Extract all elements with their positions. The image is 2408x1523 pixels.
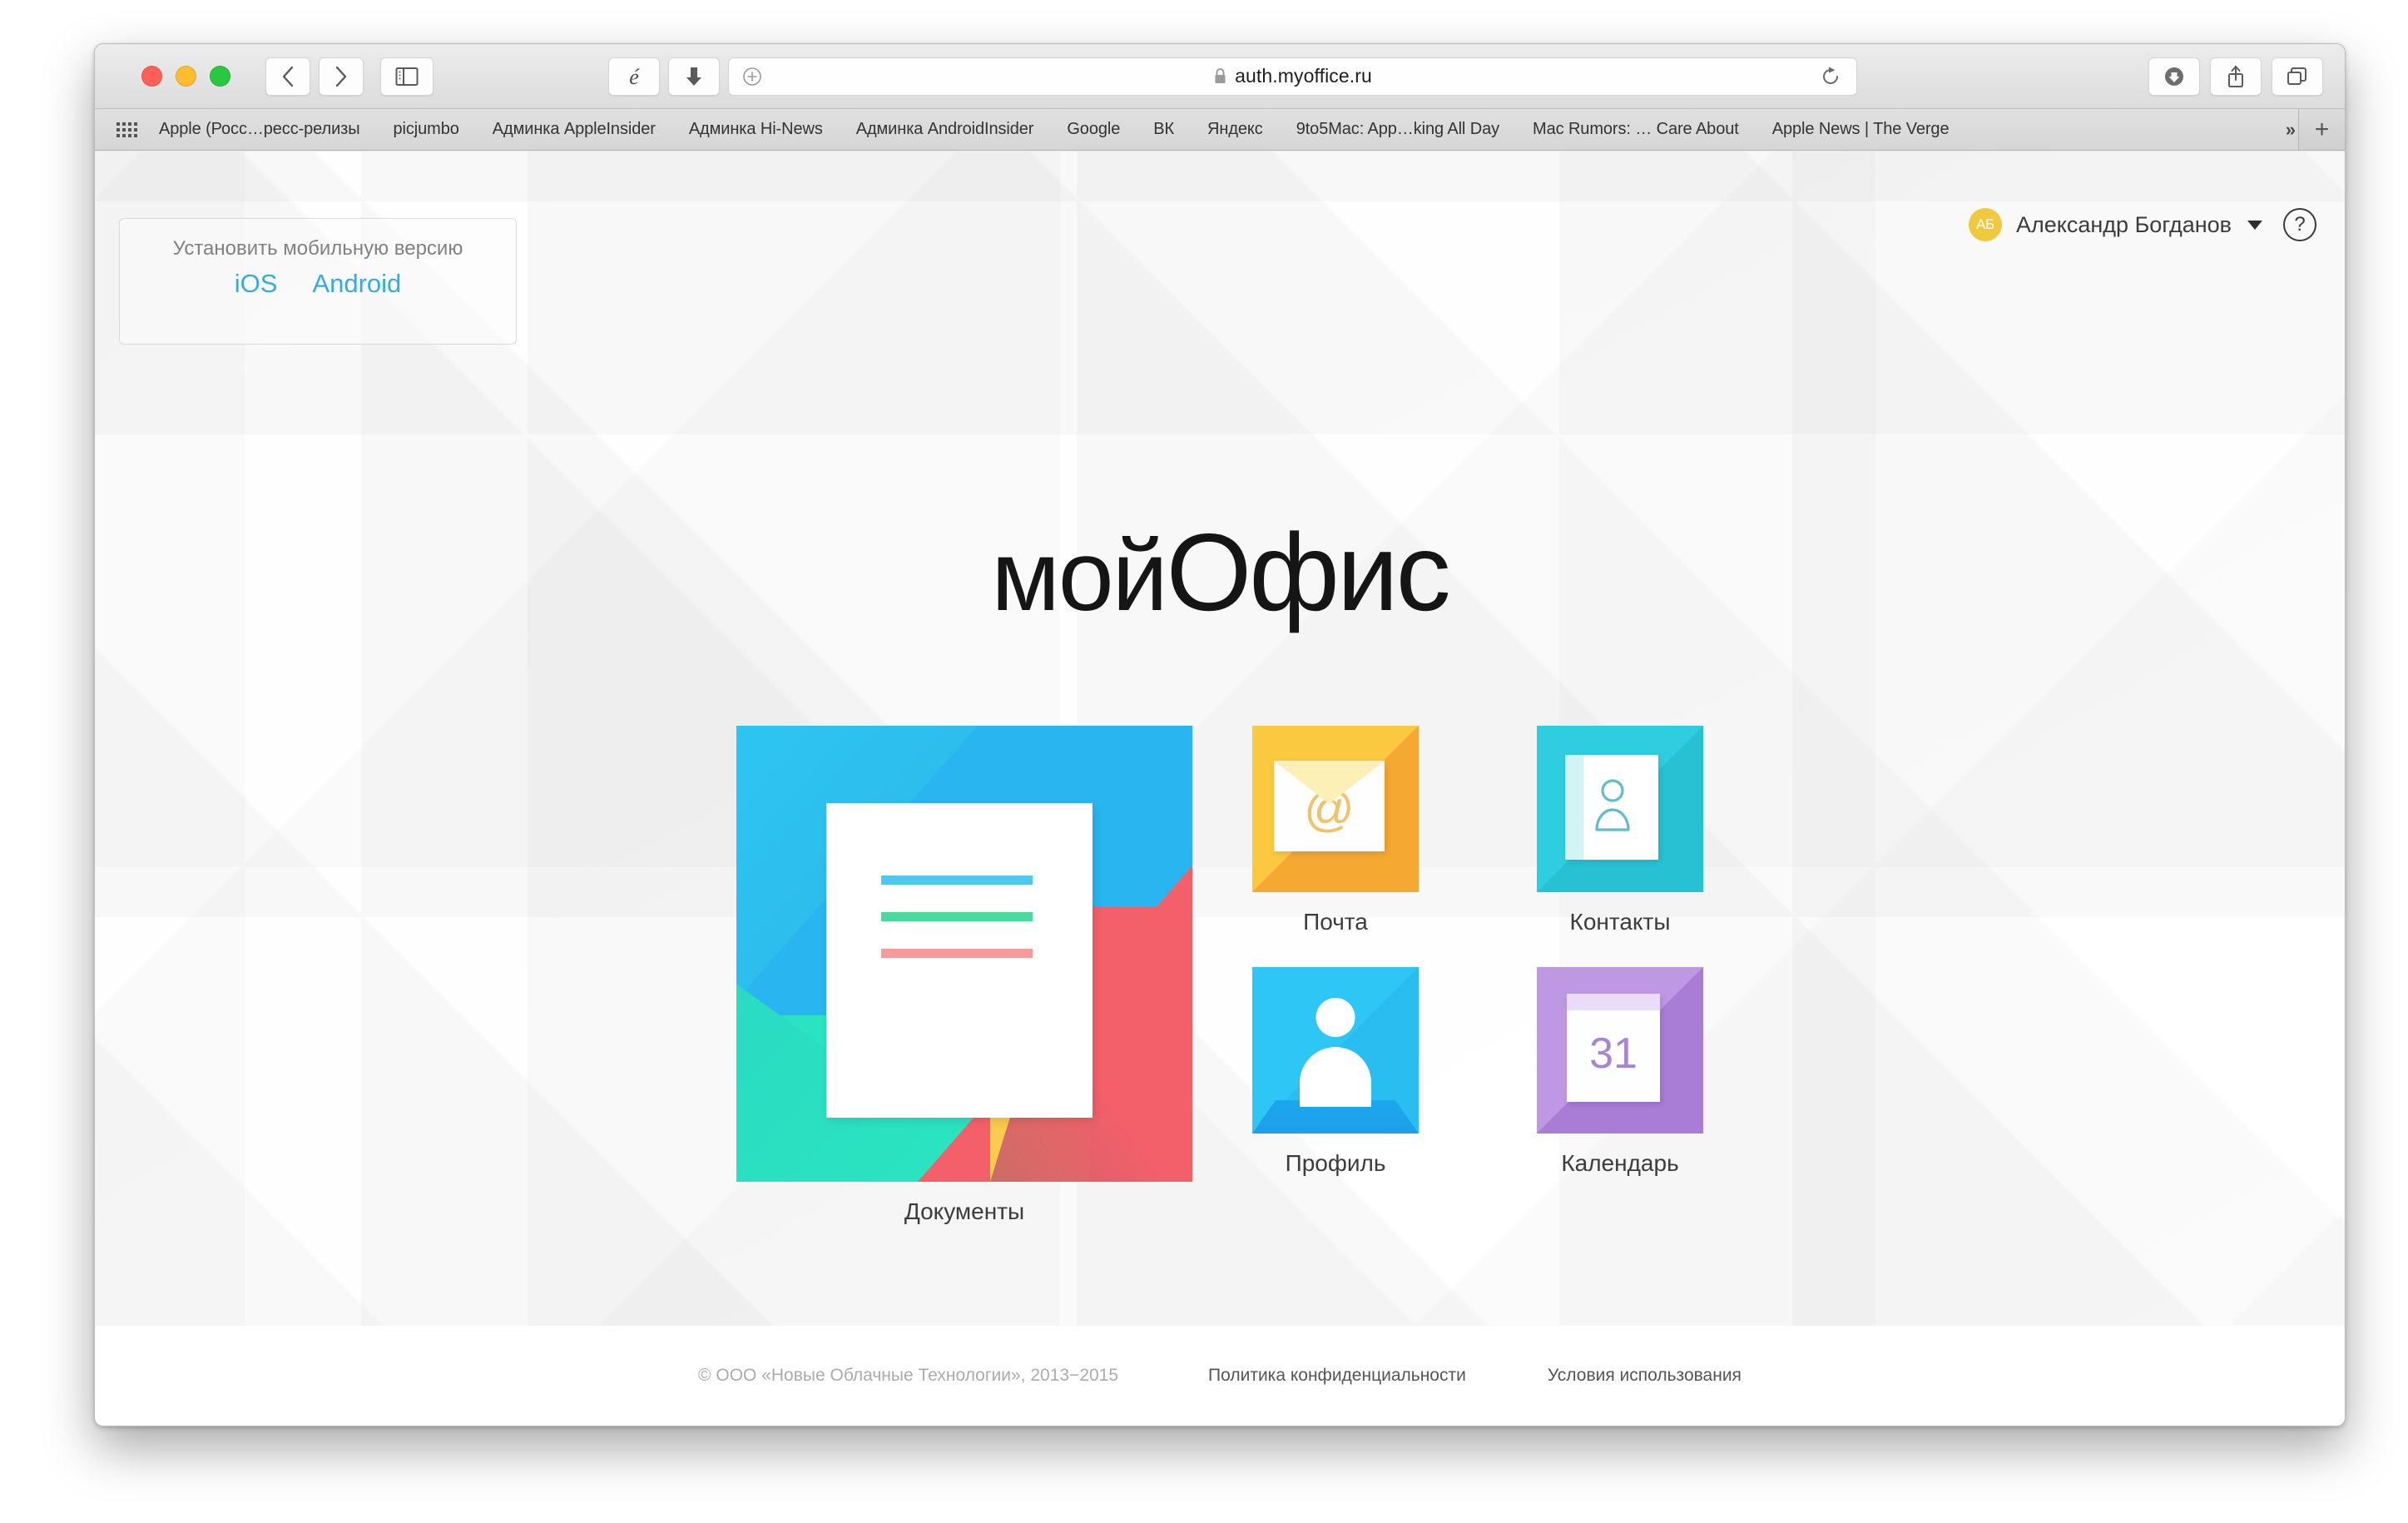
downloads-button[interactable] xyxy=(2148,57,2200,96)
bookmark-item-10[interactable]: Apple News | The Verge xyxy=(1772,120,1950,139)
reload-button[interactable] xyxy=(1820,66,1841,87)
contacts-icon[interactable] xyxy=(1537,726,1703,892)
bookmark-item-6[interactable]: ВК xyxy=(1153,120,1174,139)
app-tile-profile[interactable]: Профиль xyxy=(1252,967,1419,1177)
page-content: Установить мобильную версию iOS Android … xyxy=(95,151,2345,1426)
download-helper-button[interactable] xyxy=(668,57,720,96)
terms-of-use-link[interactable]: Условия использования xyxy=(1548,1366,1742,1386)
url-display[interactable]: auth.myoffice.ru xyxy=(729,65,1856,87)
ios-download-link[interactable]: iOS xyxy=(235,269,278,299)
person-outline-icon xyxy=(1595,779,1630,831)
contacts-icon-card xyxy=(1565,755,1658,860)
app-tile-contacts[interactable]: Контакты xyxy=(1537,726,1703,935)
mobile-install-panel: Установить мобильную версию iOS Android xyxy=(119,218,517,345)
profile-icon[interactable] xyxy=(1252,967,1419,1134)
toolbar-center-group: é auth.myoffice.ru xyxy=(608,57,1857,96)
app-small-grid: @ Почта Контакты Профиль 31 Календарь xyxy=(1252,726,1703,1177)
apps-grid-icon[interactable] xyxy=(116,122,137,137)
avatar[interactable]: АБ xyxy=(1968,208,2002,241)
help-button[interactable]: ? xyxy=(2283,208,2316,241)
bookmark-item-1[interactable]: picjumbo xyxy=(394,120,459,139)
browser-toolbar: é auth.myoffice.ru xyxy=(95,44,2345,109)
calendar-icon[interactable]: 31 xyxy=(1537,967,1703,1134)
sidebar-toggle-button[interactable] xyxy=(380,57,434,96)
back-button[interactable] xyxy=(265,57,310,96)
app-label-profile: Профиль xyxy=(1285,1150,1386,1176)
app-tile-documents[interactable]: Документы xyxy=(736,726,1192,1225)
bookmark-item-8[interactable]: 9to5Mac: App…king All Day xyxy=(1296,120,1499,139)
forward-icon xyxy=(335,66,347,87)
sidebar-icon xyxy=(395,67,419,86)
plus-circle-icon[interactable] xyxy=(742,67,762,87)
logo-text-bold: Офис xyxy=(1166,511,1451,633)
forward-button[interactable] xyxy=(319,57,364,96)
mail-icon[interactable]: @ xyxy=(1252,726,1419,892)
profile-icon-head xyxy=(1315,998,1355,1037)
app-tile-calendar[interactable]: 31 Календарь xyxy=(1537,967,1703,1177)
user-name-label[interactable]: Александр Богданов xyxy=(2016,212,2232,238)
back-icon xyxy=(282,66,294,87)
evernote-clipper-button[interactable]: é xyxy=(608,57,660,96)
app-label-documents: Документы xyxy=(904,1198,1025,1224)
bookmark-item-7[interactable]: Яндекс xyxy=(1207,120,1263,139)
chevron-down-icon[interactable] xyxy=(2247,220,2262,230)
mobile-install-title: Установить мобильную версию xyxy=(172,237,463,260)
address-bar[interactable]: auth.myoffice.ru xyxy=(728,57,1857,96)
app-label-contacts: Контакты xyxy=(1569,909,1671,935)
downloads-icon xyxy=(2165,67,2183,86)
user-account-area: АБ Александр Богданов ? xyxy=(1968,208,2316,241)
bookmark-item-3[interactable]: Админка Hi-News xyxy=(689,120,823,139)
app-label-calendar: Календарь xyxy=(1561,1150,1679,1176)
browser-window: é auth.myoffice.ru Apple (Росс…ресс-рели… xyxy=(94,43,2346,1426)
page-footer: © ООО «Новые Облачные Технологии», 2013−… xyxy=(95,1326,2345,1426)
svg-text:é: é xyxy=(629,65,640,89)
bookmark-item-2[interactable]: Админка AppleInsider xyxy=(493,120,656,139)
tabs-icon xyxy=(2287,67,2306,85)
bookmark-item-0[interactable]: Apple (Росс…ресс-релизы xyxy=(159,120,360,139)
app-grid: Документы @ Почта Контакты Профиль 31 Ка… xyxy=(736,726,1703,1225)
share-icon xyxy=(2228,65,2243,87)
download-arrow-icon xyxy=(686,67,701,86)
share-button[interactable] xyxy=(2210,57,2262,96)
app-tile-mail[interactable]: @ Почта xyxy=(1252,726,1419,935)
lock-icon xyxy=(1215,68,1226,83)
bookmark-item-9[interactable]: Mac Rumors: … Care About xyxy=(1533,120,1739,139)
mail-icon-envelope: @ xyxy=(1274,761,1385,851)
logo-text-thin: мой xyxy=(991,520,1167,632)
minimize-window-button[interactable] xyxy=(176,66,196,87)
documents-icon-page xyxy=(826,803,1093,1118)
calendar-icon-card: 31 xyxy=(1567,994,1660,1102)
zoom-window-button[interactable] xyxy=(210,66,230,87)
toolbar-right-group xyxy=(2148,57,2323,96)
evernote-icon: é xyxy=(629,65,640,89)
bookmark-item-4[interactable]: Админка AndroidInsider xyxy=(856,120,1034,139)
navigation-buttons xyxy=(265,57,364,96)
android-download-link[interactable]: Android xyxy=(312,269,401,299)
new-tab-button[interactable]: + xyxy=(2298,109,2345,150)
show-tabs-button[interactable] xyxy=(2272,57,2323,96)
reload-icon xyxy=(1823,66,1839,84)
url-text: auth.myoffice.ru xyxy=(1235,65,1372,87)
copyright-text: © ООО «Новые Облачные Технологии», 2013−… xyxy=(698,1366,1119,1385)
bookmarks-bar: Apple (Росс…ресс-релизы picjumbo Админка… xyxy=(95,109,2345,151)
app-label-mail: Почта xyxy=(1303,909,1368,935)
bookmark-item-5[interactable]: Google xyxy=(1067,120,1120,139)
close-window-button[interactable] xyxy=(141,66,162,87)
privacy-policy-link[interactable]: Политика конфиденциальности xyxy=(1208,1366,1466,1386)
mobile-install-links: iOS Android xyxy=(120,269,516,299)
calendar-day-number: 31 xyxy=(1589,1029,1638,1078)
window-controls xyxy=(141,66,230,87)
documents-icon[interactable] xyxy=(736,726,1192,1182)
page-title: мойОфис xyxy=(95,518,2345,628)
bookmarks-overflow-button[interactable]: » xyxy=(2286,119,2296,141)
